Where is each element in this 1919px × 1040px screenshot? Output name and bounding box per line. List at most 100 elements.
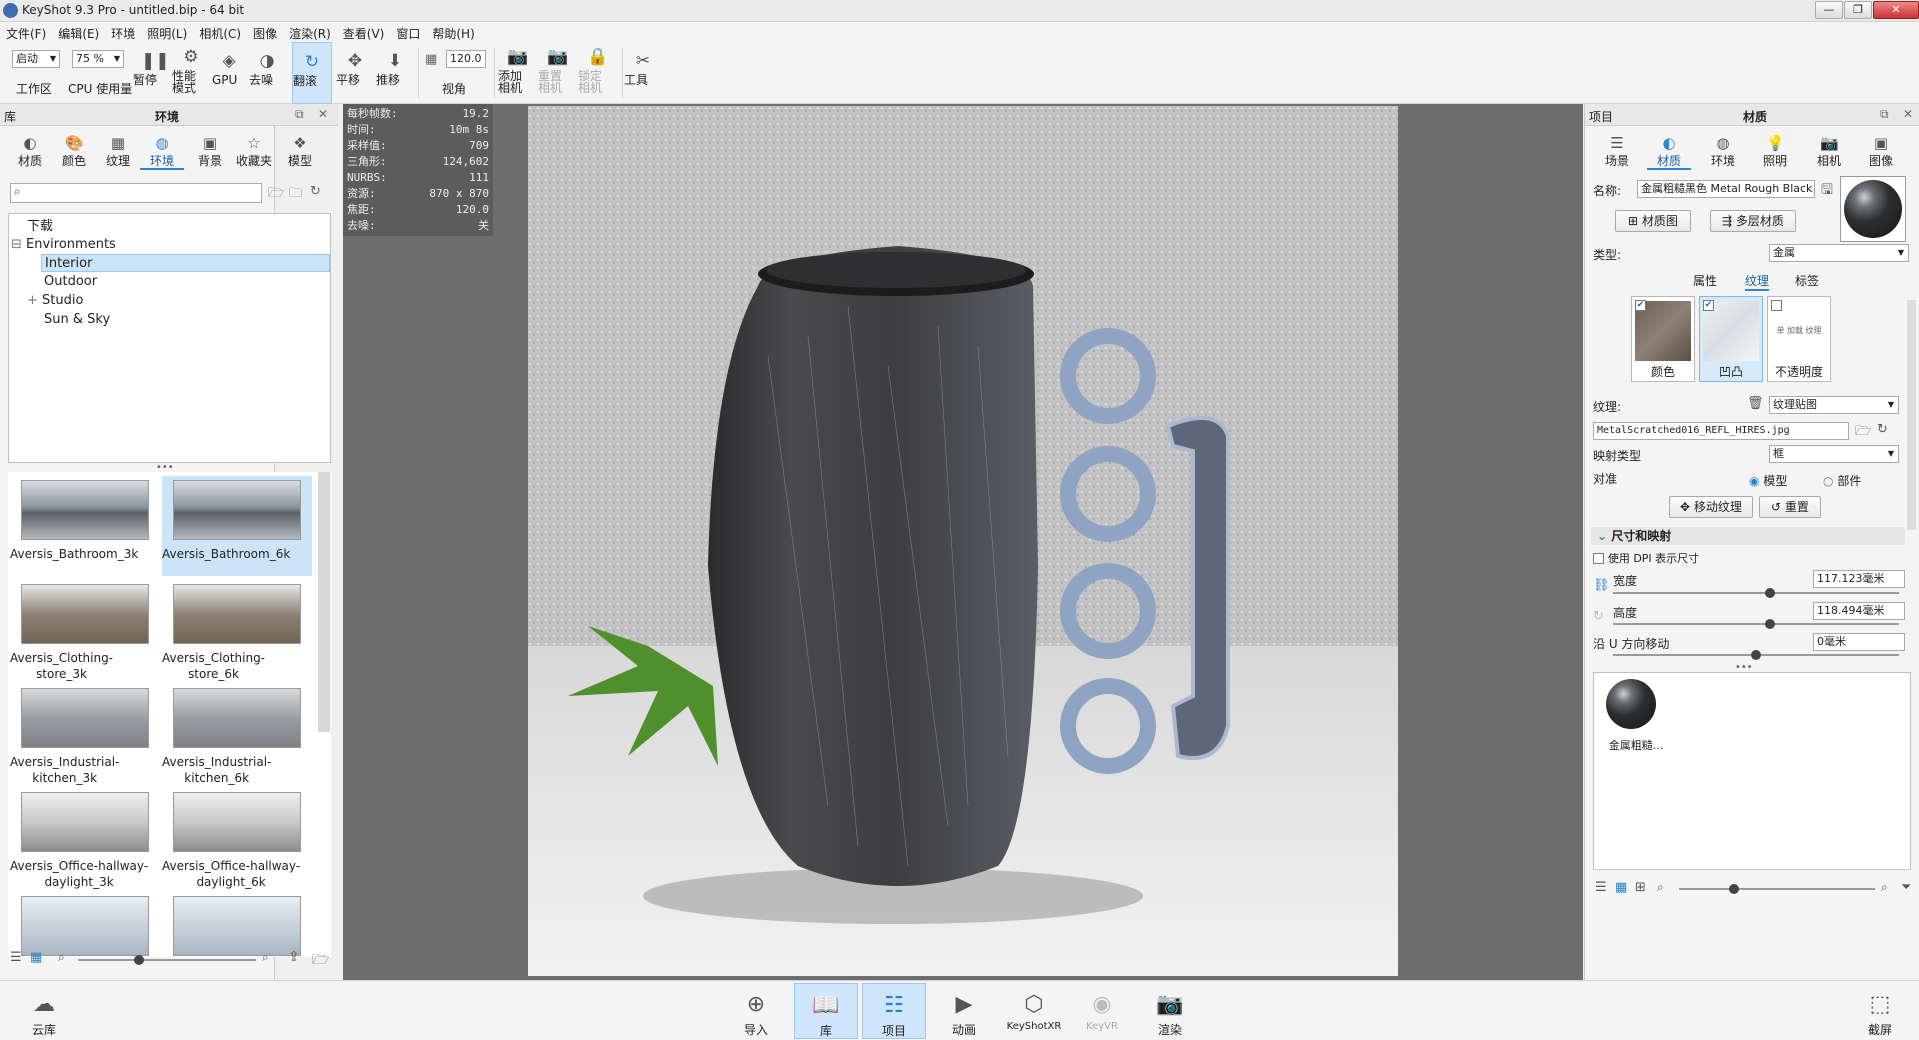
denoise-button[interactable]: ◑ 去噪 — [249, 42, 285, 104]
height-slider-knob[interactable] — [1765, 619, 1776, 629]
subtab-textures[interactable]: 纹理 — [1745, 272, 1770, 291]
pan-button[interactable]: ✥ 平移 — [336, 42, 374, 104]
tab-models[interactable]: ❖ 模型 — [278, 130, 322, 170]
menu-file[interactable]: 文件(F) — [0, 22, 52, 42]
height-slider[interactable] — [1613, 619, 1899, 629]
material-graph-button[interactable]: ⊞ 材质图 — [1615, 210, 1691, 232]
material-type-select[interactable]: 金属 ▼ — [1769, 244, 1909, 262]
trash-icon[interactable]: 🗑 — [1747, 396, 1764, 411]
tab-environment[interactable]: ◍ 环境 — [1701, 130, 1745, 170]
zoom-out-icon[interactable]: ⌕ — [1657, 880, 1664, 895]
thumbnail-item[interactable]: Aversis_Clothing- store_3k — [10, 580, 160, 681]
tab-image[interactable]: ▣ 图像 — [1859, 130, 1903, 170]
import-button[interactable]: ⊕ 导入 — [728, 983, 784, 1039]
texture-type-select[interactable]: 纹理贴图 ▼ — [1769, 396, 1899, 414]
tree-item-interior[interactable]: Interior — [41, 254, 330, 272]
tab-favorites[interactable]: ☆ 收藏夹 — [232, 130, 276, 170]
library-button[interactable]: 📖 库 — [794, 983, 858, 1039]
render-viewport[interactable]: 每秒帧数: 19.2 时间: 10m 8s 采样值: 709 三角形: 124,602 NURB… — [343, 104, 1583, 980]
grid-view-icon[interactable]: ▦ — [30, 950, 42, 965]
move-texture-button[interactable]: ✥ 移动纹理 — [1669, 496, 1753, 518]
tumble-button[interactable]: ↻ 翻滚 — [292, 42, 332, 104]
undock-icon[interactable]: ⧉ — [295, 107, 304, 122]
menu-view[interactable]: 查看(V) — [337, 22, 391, 42]
cloud-library-button[interactable]: ☁ 云库 — [16, 983, 72, 1039]
thumbnail-item[interactable]: Aversis_Bathroom_3k — [10, 476, 160, 576]
material-swatch[interactable]: 金属粗糙... — [1600, 679, 1670, 759]
close-panel-icon[interactable]: ✕ — [318, 107, 328, 121]
thumbnail-item[interactable]: Aversis_Office-hallway- daylight_6k — [162, 788, 312, 889]
tab-lighting[interactable]: 💡 照明 — [1753, 130, 1797, 170]
add-camera-button[interactable]: 📷 添加 相机 — [498, 42, 536, 104]
gpu-button[interactable]: ◈ GPU — [212, 42, 246, 104]
checkbox[interactable]: ✔ — [1635, 300, 1646, 311]
texture-slot-color[interactable]: ✔ 颜色 — [1631, 296, 1695, 382]
zoom-in-icon[interactable]: ⌕ — [1881, 880, 1888, 895]
refresh-icon[interactable]: ↻ — [310, 184, 321, 199]
library-search-input[interactable]: ⌕ — [10, 183, 262, 203]
link-icon[interactable]: ⛓ — [1593, 578, 1610, 593]
u-offset-slider[interactable] — [1613, 650, 1899, 660]
menu-camera[interactable]: 相机(C) — [193, 22, 247, 42]
width-input[interactable]: 117.123毫米 — [1813, 570, 1905, 588]
checkbox[interactable]: ✔ — [1703, 300, 1714, 311]
thumbnail-item[interactable]: Aversis_Bathroom_6k — [162, 476, 312, 576]
texture-slot-bump[interactable]: ✔ 凹凸 — [1699, 296, 1763, 382]
keyshotxr-button[interactable]: ⬡ KeyShotXR — [1002, 983, 1066, 1039]
menu-help[interactable]: 帮助(H) — [426, 22, 480, 42]
save-icon[interactable]: 🖫 — [1821, 179, 1833, 203]
tab-materials[interactable]: ◐ 材质 — [8, 130, 52, 170]
refresh-icon[interactable]: ↻ — [1877, 422, 1888, 437]
tree-item-studio[interactable]: + Studio — [27, 292, 83, 310]
thumbnail-item[interactable]: Aversis_Industrial- kitchen_6k — [162, 684, 312, 785]
subtab-labels[interactable]: 标签 — [1795, 272, 1819, 289]
render-image[interactable] — [528, 106, 1398, 976]
sync-icon[interactable]: ↻ — [1593, 609, 1604, 624]
dpi-checkbox[interactable]: 使用 DPI 表示尺寸 — [1593, 550, 1699, 566]
performance-mode-button[interactable]: ⚙ 性能 模式 — [172, 42, 210, 104]
close-panel-icon[interactable]: ✕ — [1903, 107, 1913, 121]
size-mapping-section[interactable]: ⌄ 尺寸和映射 — [1591, 527, 1905, 545]
import-folder-icon[interactable]: 🗁 — [312, 949, 329, 973]
animation-button[interactable]: ▶ 动画 — [936, 983, 992, 1039]
folder-open-icon[interactable]: 🗁 — [268, 184, 284, 206]
thumbnail-item[interactable]: Aversis_Industrial- kitchen_3k — [10, 684, 160, 785]
u-offset-input[interactable]: 0毫米 — [1813, 633, 1905, 651]
maximize-button[interactable]: ❐ — [1844, 1, 1872, 19]
menu-window[interactable]: 窗口 — [390, 22, 426, 42]
keyvr-button[interactable]: ◉ KeyVR — [1074, 983, 1130, 1039]
menu-image[interactable]: 图像 — [247, 22, 283, 42]
tab-backgrounds[interactable]: ▣ 背景 — [188, 130, 232, 170]
material-name-input[interactable]: 金属粗糙黑色 Metal Rough Black — [1637, 180, 1815, 198]
tree-item-sun-sky[interactable]: Sun & Sky — [44, 311, 110, 329]
tab-material[interactable]: ◐ 材质 — [1647, 130, 1691, 170]
grid-small-icon[interactable]: ⊞ — [1635, 880, 1646, 895]
thumbnails-scrollbar[interactable] — [318, 472, 330, 732]
add-folder-icon[interactable]: 🗀 — [289, 184, 302, 206]
tree-item-outdoor[interactable]: Outdoor — [44, 273, 97, 291]
minimize-button[interactable]: — — [1815, 1, 1843, 19]
texture-file-input[interactable]: MetalScratched016_REFL_HIRES.jpg — [1593, 422, 1849, 440]
mapping-type-select[interactable]: 框 ▼ — [1769, 445, 1899, 463]
tree-item-environments[interactable]: ⊟ Environments — [11, 236, 116, 254]
checkbox[interactable]: ✔ — [1771, 300, 1782, 311]
close-button[interactable]: ✕ — [1873, 1, 1919, 19]
workspace-select[interactable]: 启动 ▼ — [12, 50, 60, 68]
tab-camera[interactable]: 📷 相机 — [1807, 130, 1851, 170]
render-button[interactable]: 📷 渲染 — [1142, 983, 1198, 1039]
align-part-radio[interactable]: ○ 部件 — [1823, 472, 1861, 489]
filter-icon[interactable]: ⏷ — [1901, 880, 1911, 895]
list-view-icon[interactable]: ☰ — [1595, 880, 1607, 895]
screenshot-button[interactable]: ⬚ 截屏 — [1852, 983, 1908, 1039]
zoom-out-icon[interactable]: ⌕ — [58, 950, 65, 965]
subtab-properties[interactable]: 属性 — [1693, 272, 1717, 289]
menu-lighting[interactable]: 照明(L) — [141, 22, 193, 42]
thumbnail-item[interactable]: Aversis_Office-hallway- daylight_3k — [10, 788, 160, 889]
menu-render[interactable]: 渲染(R) — [283, 22, 337, 42]
thumbnail-item[interactable]: Aversis_Clothing- store_6k — [162, 580, 312, 681]
height-input[interactable]: 118.494毫米 — [1813, 602, 1905, 620]
reset-camera-button[interactable]: 📷 重置 相机 — [538, 42, 576, 104]
menu-edit[interactable]: 编辑(E) — [52, 22, 105, 42]
menu-environment[interactable]: 环境 — [105, 22, 141, 42]
tree-item-downloads[interactable]: 下载 — [27, 218, 53, 236]
